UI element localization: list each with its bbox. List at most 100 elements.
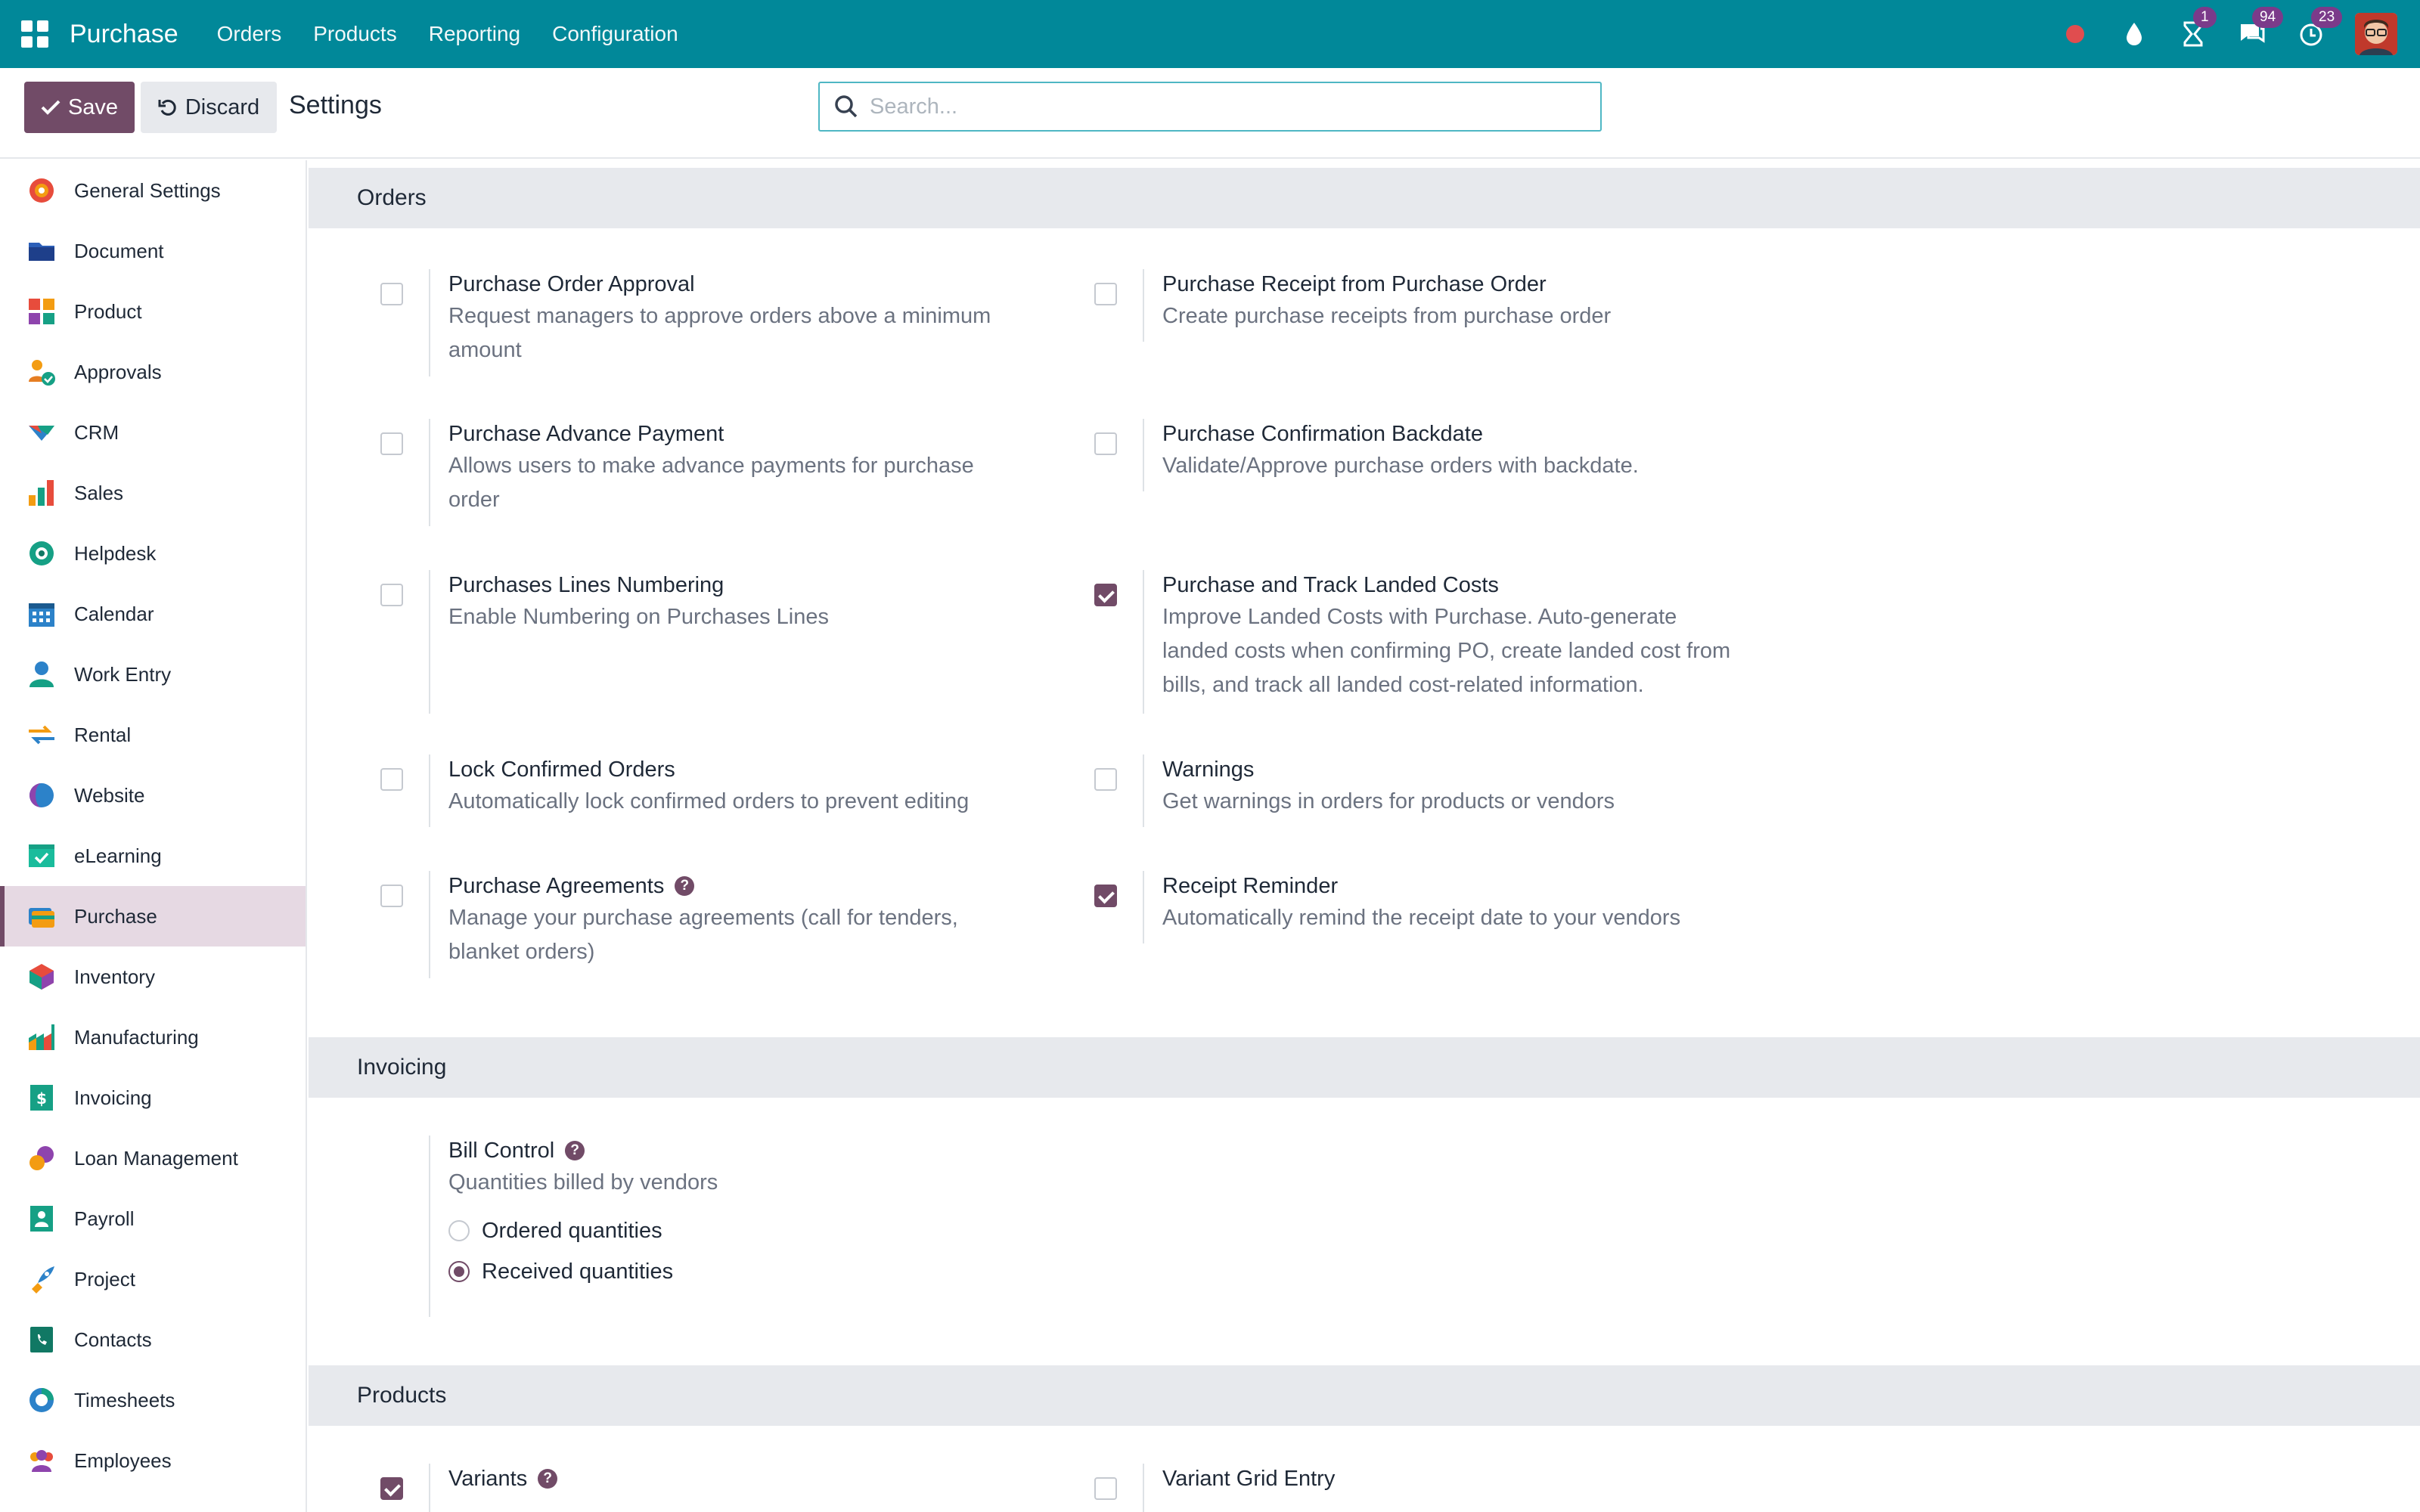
top-navbar: Purchase Orders Products Reporting Confi… (0, 0, 2420, 68)
sidebar-item-sales[interactable]: Sales (0, 463, 306, 523)
setting-title: Lock Confirmed Orders (448, 758, 675, 782)
sidebar-item-work-entry[interactable]: Work Entry (0, 644, 306, 705)
section-invoicing-heading: Invoicing (309, 1037, 2420, 1098)
payroll-icon (30, 1206, 53, 1232)
sidebar-item-product[interactable]: Product (0, 281, 306, 342)
sidebar-item-label: eLearning (74, 844, 162, 867)
timer-icon[interactable]: 23 (2296, 7, 2343, 49)
radio-received-quantities[interactable]: Received quantities (448, 1251, 718, 1292)
sidebar-item-invoicing[interactable]: $ Invoicing (0, 1067, 306, 1128)
menu-reporting[interactable]: Reporting (429, 22, 520, 46)
checkbox-purchases-lines-numbering[interactable] (380, 584, 403, 606)
sidebar-item-helpdesk[interactable]: Helpdesk (0, 523, 306, 584)
sidebar-item-loan-management[interactable]: Loan Management (0, 1128, 306, 1188)
checkbox-purchase-confirmation-backdate[interactable] (1094, 432, 1117, 455)
setting-desc: Create purchase receipts from purchase o… (1162, 304, 1612, 328)
drop-icon[interactable] (2119, 19, 2149, 49)
checkbox-variants[interactable] (380, 1477, 403, 1500)
setting-desc: Manage your purchase agreements (call fo… (448, 906, 958, 930)
loan-management-icon (29, 1146, 54, 1170)
search-input[interactable] (868, 93, 1549, 120)
sidebar-item-website[interactable]: Website (0, 765, 306, 826)
sidebar-item-general-settings[interactable]: General Settings (0, 160, 306, 221)
elearning-icon (29, 844, 54, 867)
setting-title-row: Purchase Agreements ? (448, 871, 958, 901)
checkbox-lock-confirmed-orders[interactable] (380, 768, 403, 791)
sidebar-item-crm[interactable]: CRM (0, 402, 306, 463)
help-icon[interactable]: ? (538, 1469, 558, 1489)
sidebar-item-employees[interactable]: Employees (0, 1430, 306, 1491)
sidebar-item-label: Website (74, 783, 145, 807)
setting-variants: Variants ? (380, 1464, 1061, 1512)
setting-desc: Automatically remind the receipt date to… (1162, 906, 1681, 930)
radio-button[interactable] (448, 1220, 470, 1241)
setting-purchase-receipt: Purchase Receipt from Purchase Order Cre… (1094, 269, 1775, 376)
help-icon[interactable]: ? (675, 876, 695, 896)
checkbox-variant-grid-entry[interactable] (1094, 1477, 1117, 1500)
checkbox-purchase-advance-payment[interactable] (380, 432, 403, 455)
checkbox-purchase-order-approval[interactable] (380, 283, 403, 305)
apps-menu-icon[interactable] (21, 20, 48, 48)
messages-icon[interactable]: 94 (2237, 7, 2284, 49)
setting-purchase-order-approval: Purchase Order Approval Request managers… (380, 269, 1061, 376)
sidebar-item-label: Timesheets (74, 1388, 175, 1411)
setting-desc: Get warnings in orders for products or v… (1162, 789, 1615, 813)
save-button[interactable]: Save (24, 82, 135, 133)
crm-icon (29, 426, 54, 441)
sidebar-item-purchase[interactable]: Purchase (0, 886, 306, 947)
recording-dot-icon[interactable] (2060, 19, 2090, 49)
help-icon[interactable]: ? (565, 1141, 585, 1160)
sidebar-item-label: Work Entry (74, 662, 172, 686)
setting-purchase-confirmation-backdate: Purchase Confirmation Backdate Validate/… (1094, 419, 1775, 491)
approvals-icon (29, 360, 55, 386)
activity-hourglass-icon[interactable]: 1 (2178, 7, 2217, 49)
sidebar-item-label: General Settings (74, 178, 221, 202)
sidebar-item-elearning[interactable]: eLearning (0, 826, 306, 886)
radio-button[interactable] (448, 1261, 470, 1282)
menu-products[interactable]: Products (313, 22, 397, 46)
sidebar-item-label: Document (74, 239, 164, 262)
setting-desc: Enable Numbering on Purchases Lines (448, 605, 829, 629)
sidebar-item-timesheets[interactable]: Timesheets (0, 1370, 306, 1430)
sidebar-item-manufacturing[interactable]: Manufacturing (0, 1007, 306, 1067)
activity-badge: 1 (2193, 7, 2217, 28)
radio-ordered-quantities[interactable]: Ordered quantities (448, 1210, 718, 1251)
sidebar-item-label: Loan Management (74, 1146, 238, 1170)
sidebar-item-contacts[interactable]: Contacts (0, 1309, 306, 1370)
employees-icon (30, 1450, 53, 1472)
checkbox-landed-costs[interactable] (1094, 584, 1117, 606)
sidebar-item-label: Product (74, 299, 142, 323)
setting-desc: order (448, 488, 500, 512)
rental-icon (29, 725, 54, 745)
setting-receipt-reminder: Receipt Reminder Automatically remind th… (1094, 871, 1775, 943)
messages-badge: 94 (2252, 7, 2284, 28)
sidebar-item-approvals[interactable]: Approvals (0, 342, 306, 402)
checkbox-receipt-reminder[interactable] (1094, 885, 1117, 907)
sidebar-item-calendar[interactable]: Calendar (0, 584, 306, 644)
invoicing-icon: $ (30, 1085, 53, 1111)
menu-orders[interactable]: Orders (217, 22, 282, 46)
section-orders-heading: Orders (309, 168, 2420, 228)
sidebar-item-document[interactable]: Document (0, 221, 306, 281)
contacts-icon (30, 1327, 53, 1352)
app-brand[interactable]: Purchase (70, 20, 178, 49)
checkbox-purchase-receipt[interactable] (1094, 283, 1117, 305)
undo-icon (158, 99, 176, 116)
user-avatar[interactable] (2355, 13, 2397, 55)
checkbox-warnings[interactable] (1094, 768, 1117, 791)
menu-configuration[interactable]: Configuration (552, 22, 678, 46)
setting-title: Bill Control (448, 1139, 555, 1163)
sidebar-item-inventory[interactable]: Inventory (0, 947, 306, 1007)
sidebar-item-label: Purchase (74, 904, 157, 928)
page-title: Settings (289, 91, 382, 119)
setting-desc: Automatically lock confirmed orders to p… (448, 789, 970, 813)
search-box[interactable] (818, 82, 1602, 132)
sidebar-item-rental[interactable]: Rental (0, 705, 306, 765)
setting-title: Purchase and Track Landed Costs (1162, 573, 1499, 597)
checkbox-purchase-agreements[interactable] (380, 885, 403, 907)
sidebar-item-project[interactable]: Project (0, 1249, 306, 1309)
save-label: Save (67, 94, 119, 119)
sidebar-item-payroll[interactable]: Payroll (0, 1188, 306, 1249)
discard-button[interactable]: Discard (141, 82, 277, 133)
manufacturing-icon (29, 1024, 54, 1050)
